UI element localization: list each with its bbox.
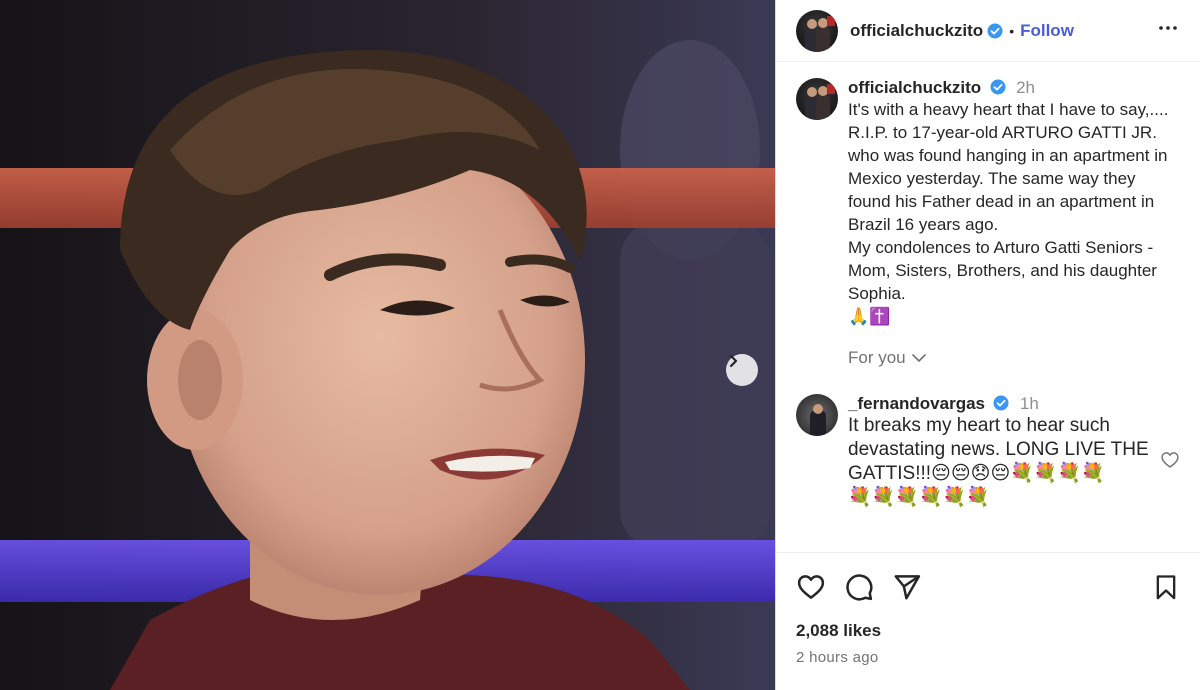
- for-you-label: For you: [848, 348, 906, 367]
- comment-avatar[interactable]: [796, 394, 838, 436]
- comment-body: _fernandovargas 1h It breaks my heart to…: [848, 394, 1178, 524]
- caption-text: It's with a heavy heart that I have to s…: [848, 100, 1169, 303]
- chevron-right-icon: [729, 354, 738, 368]
- heart-outline-icon: [1161, 452, 1179, 468]
- action-bar: [796, 571, 1180, 603]
- more-horizontal-icon: [1159, 26, 1177, 30]
- verified-badge-icon: [987, 23, 1003, 38]
- likes-count[interactable]: 2,088 likes: [796, 621, 1180, 641]
- carousel-next-button[interactable]: [726, 354, 758, 386]
- for-you-dropdown[interactable]: For you: [848, 348, 1178, 368]
- like-button[interactable]: [796, 572, 826, 602]
- post-actions-area: 2,088 likes 2 hours ago: [776, 552, 1200, 690]
- follow-button[interactable]: Follow: [1020, 21, 1074, 41]
- verified-badge-icon: [993, 395, 1009, 411]
- avatar[interactable]: [796, 9, 838, 52]
- comment-text: It breaks my heart to hear such devastat…: [848, 415, 1149, 508]
- caption-username[interactable]: officialchuckzito: [848, 78, 981, 97]
- comment-like-button[interactable]: [1160, 450, 1180, 475]
- save-button[interactable]: [1152, 572, 1180, 602]
- comments-section[interactable]: officialchuckzito 2h It's with a heavy h…: [776, 62, 1200, 552]
- post-timestamp[interactable]: 2 hours ago: [796, 649, 1180, 666]
- chevron-down-icon: [911, 354, 926, 362]
- comment-bubble-icon: [846, 574, 873, 601]
- comment-item: _fernandovargas 1h It breaks my heart to…: [796, 394, 1180, 524]
- bookmark-icon: [1156, 575, 1176, 600]
- post-panel: officialchuckzito • Follow officialchuck…: [775, 0, 1200, 690]
- post-media[interactable]: [0, 0, 775, 690]
- caption-avatar[interactable]: [796, 78, 838, 120]
- share-button[interactable]: [892, 572, 922, 602]
- verified-badge-icon: [990, 79, 1006, 95]
- post-username[interactable]: officialchuckzito: [850, 21, 983, 41]
- comment-time[interactable]: 1h: [1020, 394, 1039, 413]
- heart-icon: [797, 575, 825, 599]
- more-options-button[interactable]: [1156, 16, 1180, 45]
- post-header: officialchuckzito • Follow: [776, 0, 1200, 62]
- separator-dot: •: [1009, 22, 1015, 39]
- caption: officialchuckzito 2h It's with a heavy h…: [796, 78, 1180, 368]
- caption-emoji: 🙏✝️: [848, 307, 891, 326]
- post-photo: [0, 0, 775, 690]
- paper-plane-icon: [894, 575, 921, 600]
- comment-button[interactable]: [844, 572, 874, 602]
- comment-meta-cutoff: [848, 516, 1178, 524]
- comment-username[interactable]: _fernandovargas: [848, 394, 985, 413]
- caption-body: officialchuckzito 2h It's with a heavy h…: [848, 78, 1178, 368]
- caption-time[interactable]: 2h: [1016, 78, 1035, 97]
